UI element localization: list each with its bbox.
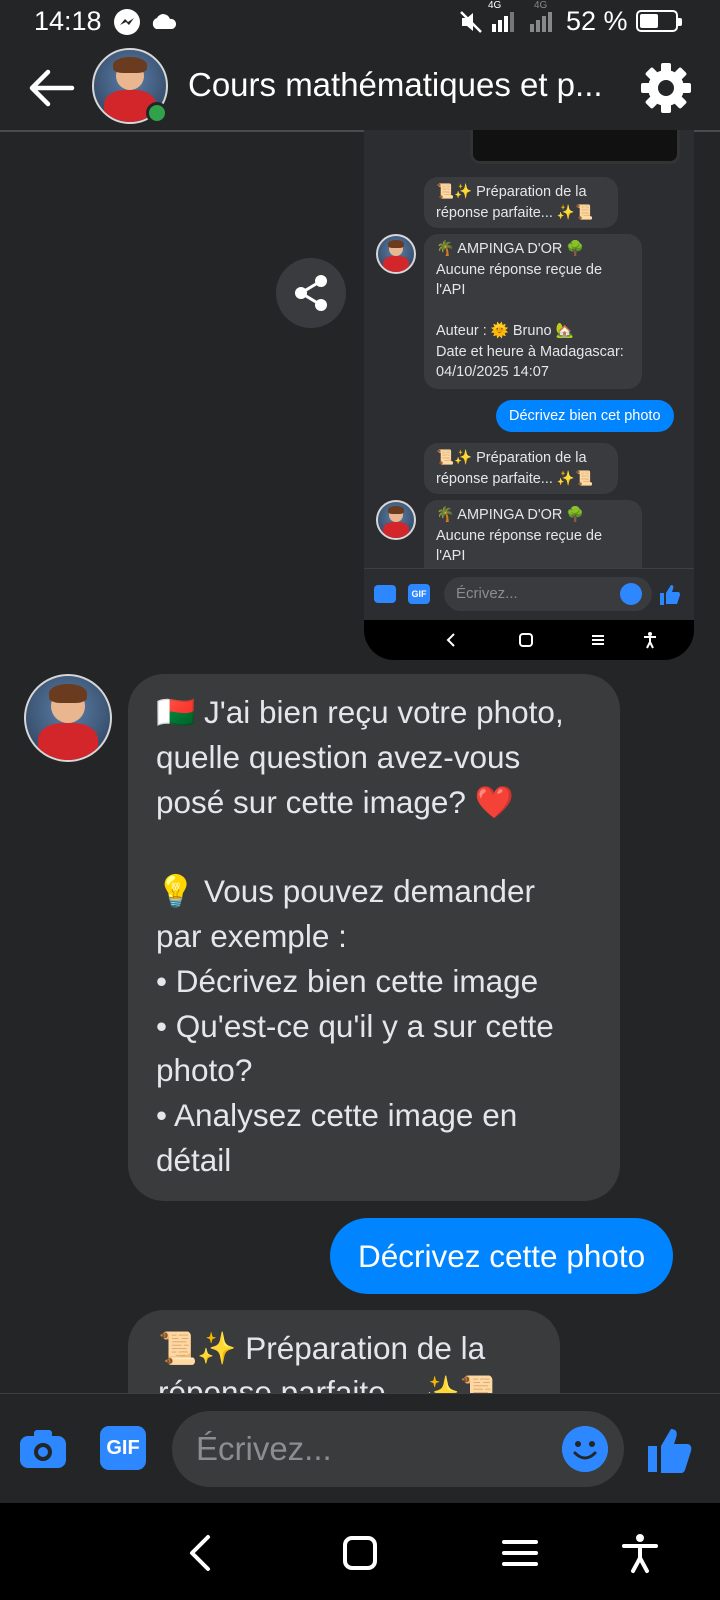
chat-header: Cours mathématiques et p... (0, 44, 720, 132)
nav-home-icon[interactable] (338, 1531, 382, 1575)
conversation-title[interactable]: Cours mathématiques et p... (188, 66, 618, 104)
online-status-dot (146, 102, 168, 124)
nav-back-icon[interactable] (178, 1531, 222, 1575)
cloud-icon (152, 14, 177, 29)
back-arrow-icon[interactable] (24, 64, 76, 112)
screenshot-bubble-1: 📜✨ Préparation de la réponse parfaite...… (424, 177, 618, 228)
screenshot-navbar (364, 620, 694, 660)
signal-icon-1 (492, 12, 514, 32)
battery-percent: 52 % (566, 6, 628, 36)
screenshot-camera-icon (374, 585, 396, 603)
screenshot-thumbs-up-icon (660, 585, 680, 605)
status-time: 14:18 (34, 6, 102, 36)
accessibility-icon[interactable] (618, 1531, 662, 1575)
message-composer: GIF Écrivez... (0, 1393, 720, 1504)
incoming-message-bubble[interactable]: 🇲🇬 J'ai bien reçu votre photo, quelle qu… (128, 674, 620, 1201)
nav-recents-icon[interactable] (498, 1531, 542, 1575)
share-icon (295, 275, 327, 311)
status-bar: 14:18 4G 4G 52 % (0, 0, 720, 44)
camera-icon[interactable] (18, 1428, 68, 1470)
share-button[interactable] (276, 258, 346, 328)
screenshot-avatar (376, 234, 416, 274)
screenshot-gif-icon: GIF (408, 584, 430, 604)
screenshot-bubble-4: 🌴 AMPINGA D'OR 🌳 Aucune réponse reçue de… (424, 500, 642, 568)
screenshot-composer: GIF Écrivez... (364, 568, 694, 621)
battery-icon (636, 10, 682, 32)
screenshot-bubble-2: 🌴 AMPINGA D'OR 🌳 Aucune réponse reçue de… (424, 234, 642, 389)
signal-icon-2 (530, 12, 552, 32)
system-navbar (0, 1503, 720, 1600)
emoji-icon[interactable] (562, 1426, 608, 1472)
messenger-notification-icon (114, 9, 140, 35)
gif-button[interactable]: GIF (100, 1426, 146, 1470)
message-input[interactable]: Écrivez... (172, 1411, 624, 1487)
screenshot-emoji-icon (620, 583, 642, 605)
shared-screenshot-image[interactable]: 📜✨ Préparation de la réponse parfaite...… (364, 130, 694, 660)
outgoing-message-bubble[interactable]: Décrivez cette photo (330, 1218, 674, 1294)
sender-avatar[interactable] (24, 674, 112, 762)
screenshot-outgoing-bubble: Décrivez bien cet photo (496, 400, 674, 432)
thumbs-up-icon[interactable] (644, 1424, 696, 1476)
screenshot-bubble-3: 📜✨ Préparation de la réponse parfaite...… (424, 443, 618, 494)
screenshot-avatar (376, 500, 416, 540)
gear-icon[interactable] (640, 62, 692, 114)
screenshot-top-image (470, 130, 680, 164)
mute-icon (460, 11, 482, 33)
